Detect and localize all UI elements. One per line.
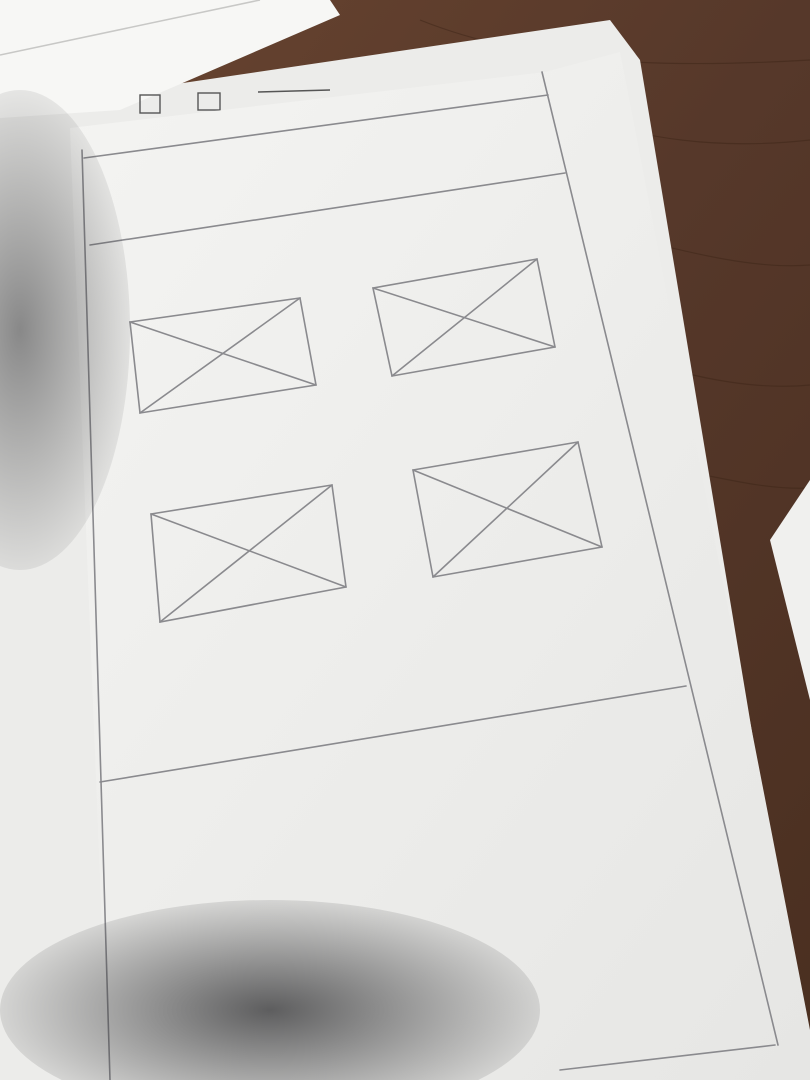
photo-scene — [0, 0, 810, 1080]
